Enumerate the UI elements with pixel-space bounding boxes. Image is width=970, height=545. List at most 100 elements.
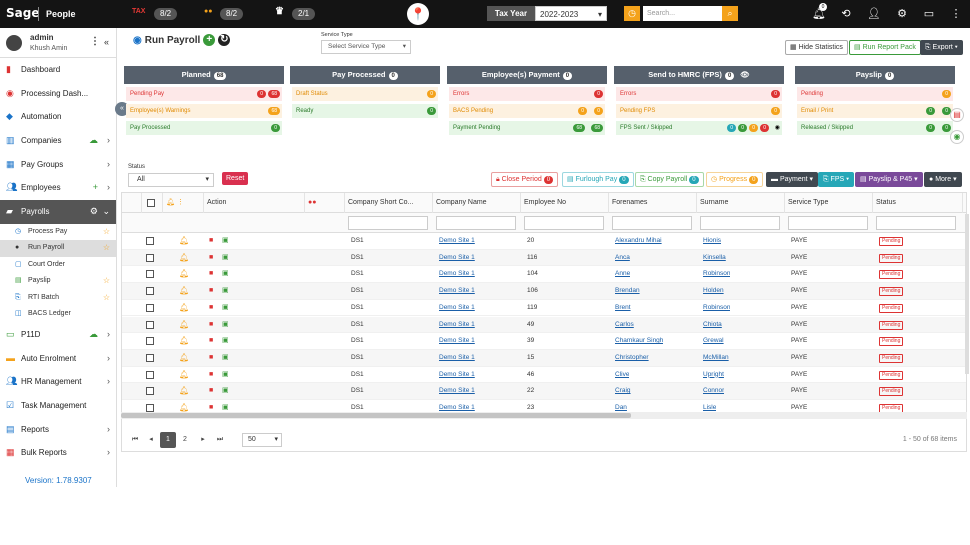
- cell-company-name[interactable]: Demo Site 1: [436, 266, 475, 283]
- pin-icon[interactable]: 📍: [407, 3, 429, 25]
- cell-forenames[interactable]: Brent: [612, 300, 631, 317]
- bell-icon[interactable]: 🔔︎: [176, 367, 189, 384]
- last-page-button[interactable]: ⏭: [212, 432, 228, 448]
- avatar[interactable]: [6, 35, 22, 51]
- column-header-surname[interactable]: Surname: [697, 193, 785, 213]
- search-icon[interactable]: ⌕: [722, 6, 738, 21]
- fps-button[interactable]: ⎘ FPS ▾: [818, 172, 855, 187]
- bell-icon[interactable]: 🔔︎: [176, 317, 189, 334]
- truck-icon[interactable]: ■: [206, 333, 213, 350]
- nav-p11d[interactable]: ▭ P11D ☁ ›: [0, 323, 116, 347]
- card-row[interactable]: Errors 0: [449, 87, 605, 101]
- cell-surname[interactable]: Hionis: [700, 233, 721, 250]
- bell-icon[interactable]: 🔔︎: [176, 266, 189, 283]
- bell-icon[interactable]: 🔔︎: [176, 333, 189, 350]
- collapse-icon[interactable]: «: [104, 37, 109, 47]
- refresh-icon[interactable]: ↻: [218, 34, 231, 46]
- cell-forenames[interactable]: Clive: [612, 367, 629, 384]
- payslip-p45-button[interactable]: ▤ Payslip & P45 ▾: [855, 172, 923, 187]
- row-checkbox[interactable]: [146, 353, 154, 362]
- add-document-icon[interactable]: ▣: [219, 367, 229, 384]
- cell-company-name[interactable]: Demo Site 1: [436, 333, 475, 350]
- table-row[interactable]: 🔔︎ ■ ▣ DS1 Demo Site 1 22 Craig Connor PAYE Pendi…: [122, 383, 966, 400]
- cell-company-name[interactable]: Demo Site 1: [436, 283, 475, 300]
- column-header-employee-no[interactable]: Employee No: [521, 193, 609, 213]
- flag-column[interactable]: ●●: [305, 193, 345, 213]
- column-header-forenames[interactable]: Forenames: [609, 193, 697, 213]
- cell-company-name[interactable]: Demo Site 1: [436, 383, 475, 400]
- cell-forenames[interactable]: Alexandru Mihai: [612, 233, 662, 250]
- row-checkbox[interactable]: [146, 253, 154, 262]
- vertical-scrollbar[interactable]: [965, 214, 969, 374]
- sage-logo[interactable]: Sage: [6, 6, 39, 20]
- bell-icon[interactable]: 🔔︎: [176, 250, 189, 267]
- truck-icon[interactable]: ■: [206, 383, 213, 400]
- card-row[interactable]: Ready 0: [292, 104, 438, 118]
- table-row[interactable]: 🔔︎ ■ ▣ DS1 Demo Site 1 119 Brent Robinson PAYE Pe…: [122, 300, 966, 317]
- scrollbar-thumb[interactable]: [121, 413, 631, 418]
- bell-icon[interactable]: 🔔︎: [176, 283, 189, 300]
- card-row[interactable]: Employee(s) Warnings 68: [126, 104, 282, 118]
- cell-company-name[interactable]: Demo Site 1: [436, 233, 475, 250]
- card-row[interactable]: Released / Skipped 0 0: [797, 121, 953, 135]
- card-row[interactable]: Pending 0: [797, 87, 953, 101]
- card-row[interactable]: Pending FPS 0: [616, 104, 782, 118]
- bell-icon[interactable]: 🔔︎: [176, 350, 189, 367]
- cell-forenames[interactable]: Chamkaur Singh: [612, 333, 663, 350]
- nav-processing[interactable]: ◉ Processing Dash...: [0, 82, 116, 106]
- furlough-pay-button[interactable]: ▤ Furlough Pay 0: [562, 172, 634, 187]
- truck-icon[interactable]: ■: [206, 350, 213, 367]
- horizontal-scrollbar[interactable]: [121, 412, 967, 419]
- truck-icon[interactable]: ■: [206, 266, 213, 283]
- export-button[interactable]: ⎘ Export ▾: [920, 40, 963, 55]
- float-report-icon[interactable]: ▤: [950, 108, 964, 122]
- progress-button[interactable]: ◷ Progress 0: [706, 172, 764, 187]
- truck-icon[interactable]: ■: [206, 250, 213, 267]
- truck-icon[interactable]: ■: [206, 367, 213, 384]
- cell-surname[interactable]: Robinson: [700, 266, 730, 283]
- nav-hr[interactable]: 👥︎ HR Management ›: [0, 370, 116, 394]
- add-document-icon[interactable]: ▣: [219, 317, 229, 334]
- star-icon[interactable]: ☆: [103, 240, 110, 257]
- nav-run-payroll[interactable]: ● Run Payroll ☆: [0, 240, 116, 257]
- nav-auto-enrolment[interactable]: ▬ Auto Enrolment ›: [0, 347, 116, 371]
- row-checkbox[interactable]: [146, 237, 154, 245]
- cell-company-name[interactable]: Demo Site 1: [436, 317, 475, 334]
- card-row[interactable]: Payment Pending 68 68: [449, 121, 605, 135]
- card-row[interactable]: Draft Status 0: [292, 87, 438, 101]
- add-document-icon[interactable]: ▣: [219, 383, 229, 400]
- nav-employees[interactable]: 👥︎ Employees + ›: [0, 176, 116, 200]
- add-document-icon[interactable]: ▣: [219, 333, 229, 350]
- card-row[interactable]: Errors 0: [616, 87, 782, 101]
- next-page-button[interactable]: ▸: [195, 432, 211, 448]
- cell-forenames[interactable]: Christopher: [612, 350, 649, 367]
- prev-page-button[interactable]: ◂: [143, 432, 159, 448]
- truck-icon[interactable]: ■: [206, 300, 213, 317]
- truck-icon[interactable]: ■: [206, 233, 213, 250]
- status-select[interactable]: All ▾: [128, 173, 214, 187]
- nav-bacs-ledger[interactable]: ◫ BACS Ledger: [0, 306, 116, 323]
- add-document-icon[interactable]: ▣: [219, 283, 229, 300]
- filter-company-short[interactable]: [348, 216, 428, 230]
- add-icon[interactable]: +: [203, 34, 216, 46]
- table-row[interactable]: 🔔︎ ■ ▣ DS1 Demo Site 1 39 Chamkaur Singh Grewal…: [122, 333, 966, 350]
- row-checkbox[interactable]: [146, 303, 154, 312]
- column-header-company-short[interactable]: Company Short Co...: [345, 193, 433, 213]
- filter-status[interactable]: [876, 216, 956, 230]
- filter-forenames[interactable]: [612, 216, 692, 230]
- card-row[interactable]: FPS Sent / Skipped 0 0 0 0 ◉: [616, 121, 782, 135]
- filter-employee-no[interactable]: [524, 216, 604, 230]
- cloud-upload-icon[interactable]: ☁: [89, 129, 98, 153]
- cell-surname[interactable]: Connor: [700, 383, 724, 400]
- reset-button[interactable]: Reset: [222, 172, 249, 185]
- nav-rti-batch[interactable]: ⎘ RTI Batch ☆: [0, 290, 116, 307]
- row-checkbox[interactable]: [146, 404, 154, 412]
- table-row[interactable]: 🔔︎ ■ ▣ DS1 Demo Site 1 106 Brendan Holden PAYE Pe…: [122, 283, 966, 300]
- card-row[interactable]: Pending Pay 0 68: [126, 87, 282, 101]
- page-2-button[interactable]: 2: [177, 432, 193, 448]
- add-document-icon[interactable]: ▣: [219, 233, 229, 250]
- bell-icon[interactable]: 🔔︎: [176, 300, 189, 317]
- row-checkbox[interactable]: [146, 270, 154, 279]
- cell-surname[interactable]: Grewal: [700, 333, 724, 350]
- add-document-icon[interactable]: ▣: [219, 300, 229, 317]
